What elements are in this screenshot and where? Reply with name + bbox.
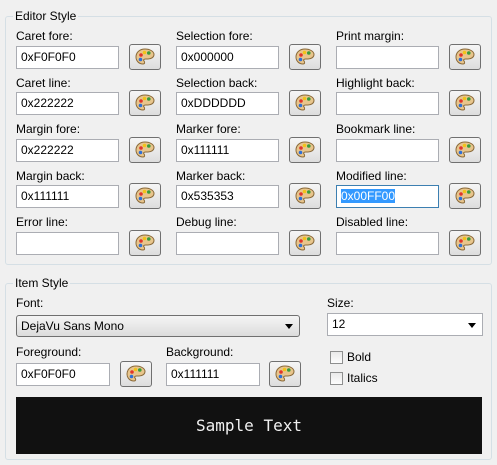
marker-fore-label: Marker fore:	[176, 122, 241, 136]
size-value: 12	[332, 317, 346, 331]
margin-back-label: Margin back:	[16, 169, 85, 183]
caret-line-palette-button[interactable]	[129, 90, 161, 116]
chevron-down-icon	[285, 324, 293, 329]
palette-icon	[455, 94, 475, 111]
print-margin-label: Print margin:	[336, 29, 405, 43]
debug-line-label: Debug line:	[176, 215, 237, 229]
modified-line-palette-button[interactable]	[449, 183, 481, 209]
margin-fore-value: 0x222222	[21, 143, 74, 157]
selection-back-field[interactable]: 0xDDDDDD	[176, 92, 279, 115]
highlight-back-label: Highlight back:	[336, 76, 415, 90]
caret-line-field[interactable]: 0x222222	[16, 92, 119, 115]
margin-fore-label: Margin fore:	[16, 122, 81, 136]
palette-icon	[126, 365, 146, 382]
selection-fore-value: 0x000000	[181, 50, 234, 64]
caret-fore-palette-button[interactable]	[129, 44, 161, 70]
marker-fore-value: 0x111111	[181, 143, 230, 157]
error-line-label: Error line:	[16, 215, 69, 229]
bold-label: Bold	[347, 350, 372, 364]
error-line-palette-button[interactable]	[129, 230, 161, 256]
disabled-line-field[interactable]	[336, 232, 439, 255]
disabled-line-label: Disabled line:	[336, 215, 409, 229]
foreground-palette-button[interactable]	[120, 361, 152, 387]
palette-icon	[135, 187, 155, 204]
palette-icon	[295, 48, 315, 65]
print-margin-palette-button[interactable]	[449, 44, 481, 70]
bookmark-line-label: Bookmark line:	[336, 122, 416, 136]
foreground-label: Foreground:	[16, 345, 82, 359]
modified-line-value: 0x00FF00	[341, 189, 396, 203]
sample-text-preview: Sample Text	[16, 397, 482, 454]
print-margin-field[interactable]	[336, 46, 439, 69]
marker-fore-field[interactable]: 0x111111	[176, 139, 279, 162]
disabled-line-palette-button[interactable]	[449, 230, 481, 256]
palette-icon	[455, 141, 475, 158]
highlight-back-palette-button[interactable]	[449, 90, 481, 116]
sample-text: Sample Text	[196, 416, 302, 435]
palette-icon	[275, 365, 295, 382]
font-select[interactable]: DejaVu Sans Mono	[16, 315, 300, 337]
selection-fore-palette-button[interactable]	[289, 44, 321, 70]
font-label: Font:	[16, 296, 44, 310]
caret-fore-field[interactable]: 0xF0F0F0	[16, 46, 119, 69]
chevron-down-icon[interactable]	[468, 323, 476, 328]
margin-fore-field[interactable]: 0x222222	[16, 139, 119, 162]
foreground-field[interactable]: 0xF0F0F0	[16, 363, 110, 386]
margin-back-palette-button[interactable]	[129, 183, 161, 209]
font-select-value: DejaVu Sans Mono	[21, 319, 124, 333]
editor-style-title: Editor Style	[13, 9, 79, 24]
bold-checkbox[interactable]	[330, 351, 343, 364]
marker-back-field[interactable]: 0x535353	[176, 185, 279, 208]
item-style-title: Item Style	[13, 276, 71, 291]
marker-back-palette-button[interactable]	[289, 183, 321, 209]
palette-icon	[455, 48, 475, 65]
margin-back-value: 0x111111	[21, 189, 70, 203]
selection-back-label: Selection back:	[176, 76, 258, 90]
marker-back-value: 0x535353	[181, 189, 234, 203]
modified-line-field[interactable]: 0x00FF00	[336, 185, 439, 208]
palette-icon	[295, 141, 315, 158]
palette-icon	[135, 94, 155, 111]
marker-fore-palette-button[interactable]	[289, 137, 321, 163]
margin-back-field[interactable]: 0x111111	[16, 185, 119, 208]
selection-back-palette-button[interactable]	[289, 90, 321, 116]
palette-icon	[135, 141, 155, 158]
selection-fore-label: Selection fore:	[176, 29, 253, 43]
modified-line-label: Modified line:	[336, 169, 407, 183]
size-combo[interactable]: 12	[327, 313, 483, 336]
background-palette-button[interactable]	[269, 361, 301, 387]
error-line-field[interactable]	[16, 232, 119, 255]
background-label: Background:	[166, 345, 234, 359]
selection-back-value: 0xDDDDDD	[181, 96, 246, 110]
debug-line-palette-button[interactable]	[289, 230, 321, 256]
palette-icon	[295, 187, 315, 204]
caret-line-value: 0x222222	[21, 96, 74, 110]
bookmark-line-palette-button[interactable]	[449, 137, 481, 163]
caret-fore-value: 0xF0F0F0	[21, 50, 76, 64]
palette-icon	[295, 94, 315, 111]
palette-icon	[455, 234, 475, 251]
palette-icon	[455, 187, 475, 204]
caret-fore-label: Caret fore:	[16, 29, 73, 43]
italics-checkbox[interactable]	[330, 372, 343, 385]
debug-line-field[interactable]	[176, 232, 279, 255]
palette-icon	[295, 234, 315, 251]
bookmark-line-field[interactable]	[336, 139, 439, 162]
palette-icon	[135, 48, 155, 65]
marker-back-label: Marker back:	[176, 169, 246, 183]
caret-line-label: Caret line:	[16, 76, 71, 90]
highlight-back-field[interactable]	[336, 92, 439, 115]
background-field[interactable]: 0x111111	[166, 363, 260, 386]
size-label: Size:	[327, 296, 354, 310]
selection-fore-field[interactable]: 0x000000	[176, 46, 279, 69]
margin-fore-palette-button[interactable]	[129, 137, 161, 163]
italics-label: Italics	[347, 371, 378, 385]
palette-icon	[135, 234, 155, 251]
